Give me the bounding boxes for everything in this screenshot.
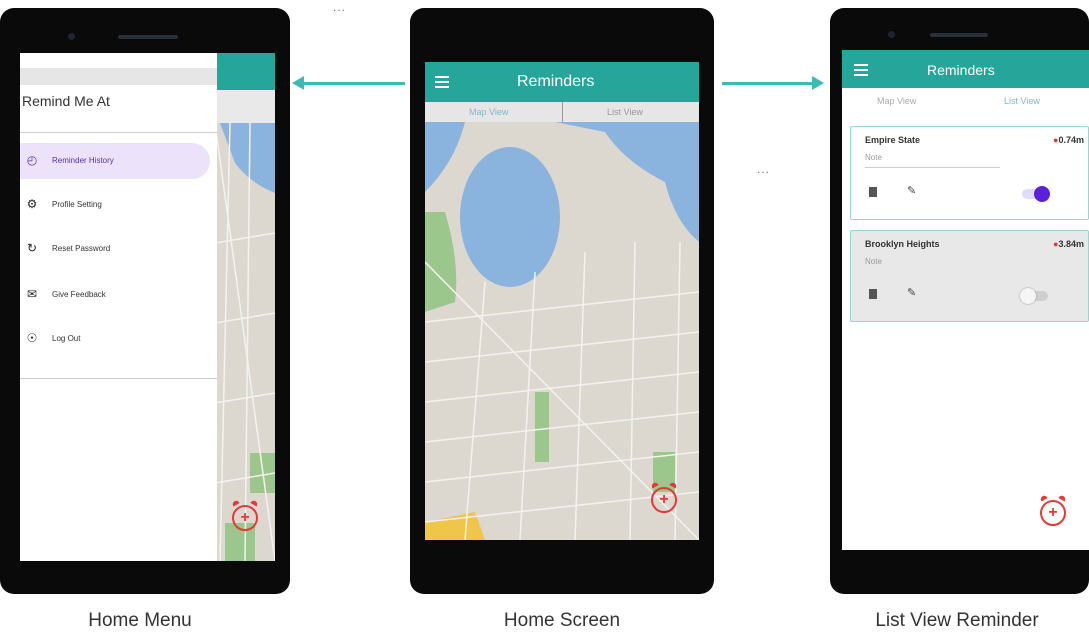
view-tabs: Map View List View bbox=[842, 88, 1089, 112]
drawer-item-label: Reminder History bbox=[52, 156, 114, 165]
drawer-item-profile-setting[interactable]: ⚙ Profile Setting bbox=[20, 187, 210, 223]
caption-home-screen: Home Screen bbox=[503, 610, 621, 631]
edit-icon[interactable]: ✎ bbox=[907, 286, 916, 299]
reminder-card[interactable]: Brooklyn Heights ●3.84m Note ✎ bbox=[850, 230, 1089, 322]
add-alarm-button[interactable]: + bbox=[651, 487, 677, 513]
map-view[interactable] bbox=[425, 122, 699, 540]
reminder-toggle[interactable] bbox=[1022, 186, 1050, 202]
drawer-item-label: Log Out bbox=[52, 334, 81, 343]
arrow-right-head-icon bbox=[812, 76, 824, 90]
reminder-note: Note bbox=[865, 257, 882, 266]
navigation-drawer: Remind Me At ◴ Reminder History ⚙ Profil… bbox=[20, 53, 217, 561]
toggle-knob bbox=[1020, 288, 1036, 304]
edit-icon[interactable]: ✎ bbox=[907, 184, 916, 197]
phone-list-view: Reminders Map View List View Empire Stat… bbox=[830, 8, 1089, 594]
speaker-grille bbox=[930, 33, 988, 37]
camera-icon bbox=[888, 31, 895, 38]
screen-home: Reminders Map View List View + bbox=[425, 62, 699, 540]
tab-list-view[interactable]: List View bbox=[607, 107, 643, 117]
reminder-name: Brooklyn Heights bbox=[865, 239, 940, 249]
app-bar: Reminders bbox=[425, 62, 699, 102]
history-icon: ◴ bbox=[26, 153, 38, 167]
arrow-left-line bbox=[300, 82, 405, 85]
drawer-item-log-out[interactable]: ☉ Log Out bbox=[20, 321, 210, 357]
reminder-distance: ●3.84m bbox=[1053, 239, 1084, 249]
drawer-item-label: Give Feedback bbox=[52, 290, 106, 299]
note-underline bbox=[865, 167, 1000, 168]
camera-icon bbox=[68, 33, 75, 40]
drawer-item-give-feedback[interactable]: ✉ Give Feedback bbox=[20, 277, 210, 313]
delete-icon[interactable] bbox=[869, 187, 877, 197]
drawer-title: Remind Me At bbox=[22, 93, 110, 109]
view-tabs: Map View List View bbox=[425, 102, 699, 122]
delete-icon[interactable] bbox=[869, 289, 877, 299]
arrow-left-head-icon bbox=[292, 76, 304, 90]
phone-home-screen: Reminders Map View List View + bbox=[410, 8, 714, 594]
screen-home-menu: + Remind Me At ◴ Reminder History ⚙ Prof… bbox=[20, 53, 275, 561]
drawer-divider-top bbox=[20, 132, 217, 133]
distance-value: 3.84m bbox=[1058, 239, 1084, 249]
reminder-card[interactable]: Empire State ●0.74m Note ✎ bbox=[850, 126, 1089, 220]
drawer-item-reset-password[interactable]: ↻ Reset Password bbox=[20, 231, 210, 267]
feedback-icon: ✉ bbox=[26, 287, 38, 301]
ellipsis-right: ... bbox=[757, 162, 771, 176]
tab-map-view[interactable]: Map View bbox=[877, 96, 916, 106]
toggle-knob bbox=[1034, 186, 1050, 202]
app-bar: Reminders bbox=[842, 50, 1089, 88]
tab-list-view[interactable]: List View bbox=[1004, 96, 1040, 106]
drawer-item-label: Reset Password bbox=[52, 244, 111, 253]
drawer-divider-bottom bbox=[20, 378, 217, 379]
tab-map-view[interactable]: Map View bbox=[469, 107, 508, 117]
ellipsis-top: ... bbox=[333, 0, 347, 14]
reminder-toggle[interactable] bbox=[1020, 288, 1048, 304]
drawer-item-label: Profile Setting bbox=[52, 200, 102, 209]
drawer-header bbox=[20, 68, 217, 85]
reminder-distance: ●0.74m bbox=[1053, 135, 1084, 145]
app-title: Reminders bbox=[927, 62, 995, 78]
logout-icon: ☉ bbox=[26, 331, 38, 345]
reminder-name: Empire State bbox=[865, 135, 921, 145]
screen-list-view: Reminders Map View List View Empire Stat… bbox=[842, 50, 1089, 550]
add-alarm-button[interactable]: + bbox=[232, 505, 258, 531]
speaker-grille bbox=[118, 35, 178, 39]
phone-home-menu: + Remind Me At ◴ Reminder History ⚙ Prof… bbox=[0, 8, 290, 594]
hamburger-menu-icon[interactable] bbox=[435, 76, 449, 91]
gear-icon: ⚙ bbox=[26, 197, 38, 211]
reset-icon: ↻ bbox=[26, 241, 38, 255]
arrow-right-line bbox=[722, 82, 814, 85]
distance-value: 0.74m bbox=[1058, 135, 1084, 145]
drawer-item-reminder-history[interactable]: ◴ Reminder History bbox=[20, 143, 210, 179]
add-alarm-button[interactable]: + bbox=[1040, 500, 1066, 526]
app-title: Reminders bbox=[517, 73, 595, 90]
caption-list-view: List View Reminder bbox=[875, 610, 1039, 631]
caption-home-menu: Home Menu bbox=[88, 610, 192, 631]
hamburger-menu-icon[interactable] bbox=[854, 64, 868, 79]
tab-divider bbox=[562, 102, 563, 122]
reminder-note: Note bbox=[865, 153, 882, 162]
